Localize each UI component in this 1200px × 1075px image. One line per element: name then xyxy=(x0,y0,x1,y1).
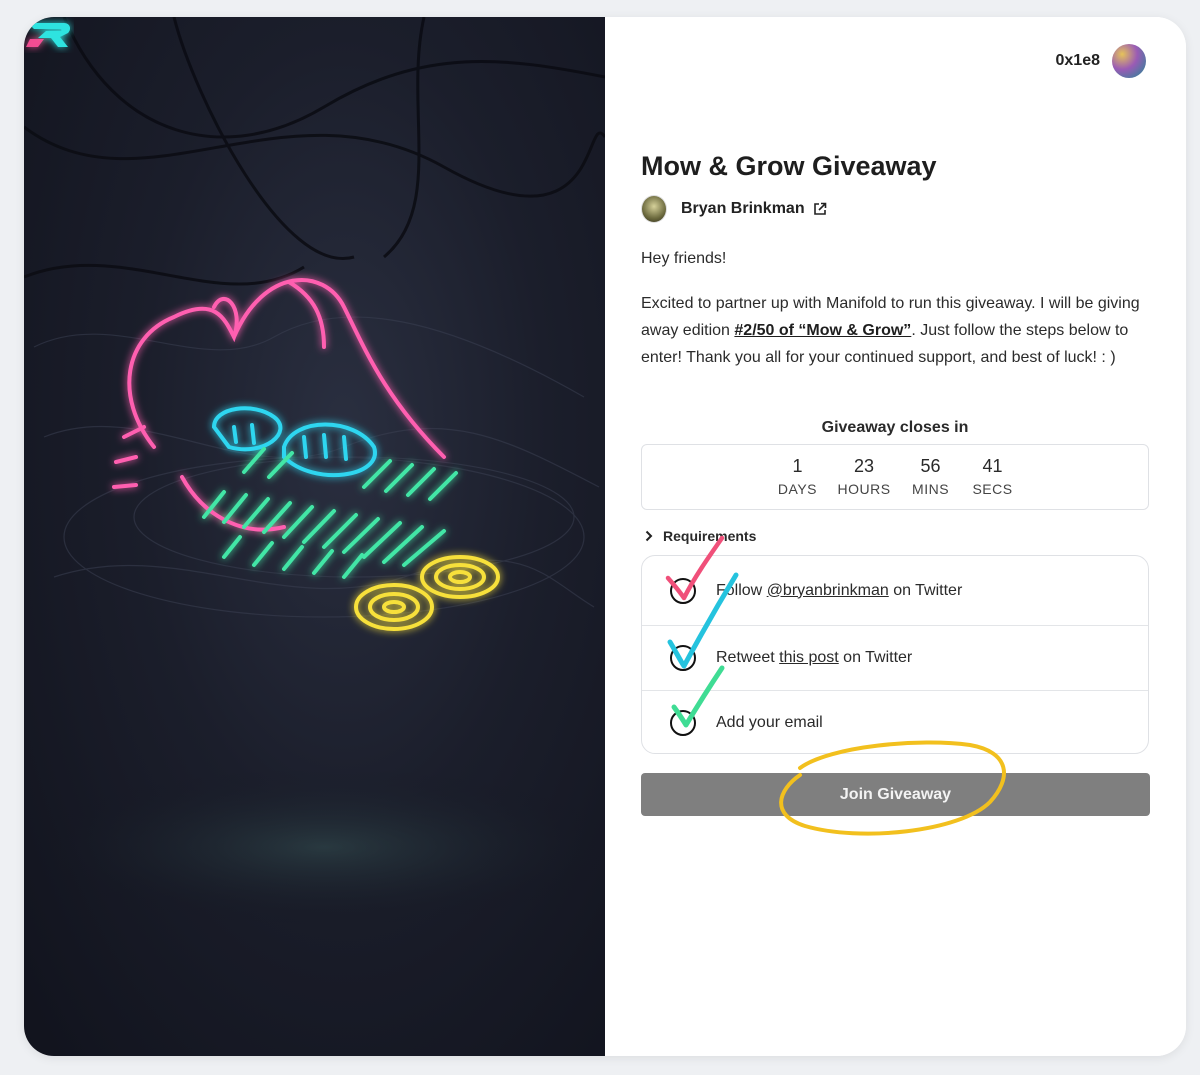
checkbox-circle-icon[interactable] xyxy=(670,710,696,736)
requirements-toggle[interactable]: Requirements xyxy=(645,528,756,544)
greeting-text: Hey friends! xyxy=(641,250,727,267)
checkbox-circle-icon[interactable] xyxy=(670,645,696,671)
countdown-hours: 23 HOURS xyxy=(837,456,890,509)
requirement-follow[interactable]: Follow @bryanbrinkman on Twitter xyxy=(642,556,1148,626)
countdown-value: 23 xyxy=(853,456,875,476)
wallet-avatar xyxy=(1112,44,1146,78)
giveaway-card: 0x1e8 Mow & Grow Giveaway Bryan Brinkman… xyxy=(24,17,1186,1056)
artwork-panel xyxy=(24,17,605,1056)
creator-link[interactable]: Bryan Brinkman xyxy=(641,195,827,223)
countdown-label: SECS xyxy=(972,481,1013,497)
requirements-list: Follow @bryanbrinkman on Twitter Retweet… xyxy=(641,555,1149,754)
countdown-label: DAYS xyxy=(777,481,818,497)
countdown-label: MINS xyxy=(912,481,950,497)
requirement-suffix: on Twitter xyxy=(888,581,963,599)
requirements-label: Requirements xyxy=(663,528,757,544)
requirement-text: Retweet this post on Twitter xyxy=(716,649,912,667)
countdown-secs: 41 SECS xyxy=(971,456,1015,509)
requirement-prefix: Follow xyxy=(716,581,767,599)
requirement-text: Add your email xyxy=(716,714,823,731)
body-text: Excited to partner up with Manifold to r… xyxy=(641,290,1141,371)
manifold-logo-icon[interactable] xyxy=(24,17,74,53)
checkbox-circle-icon[interactable] xyxy=(670,577,696,604)
creator-name[interactable]: Bryan Brinkman xyxy=(681,200,805,217)
twitter-handle-link[interactable]: @bryanbrinkman xyxy=(767,582,889,599)
countdown-value: 41 xyxy=(982,456,1003,476)
join-giveaway-button[interactable]: Join Giveaway xyxy=(641,773,1150,816)
wallet-address: 0x1e8 xyxy=(1055,52,1101,69)
tweet-post-link[interactable]: this post xyxy=(779,649,839,666)
chevron-right-icon xyxy=(645,530,653,542)
neon-artwork-image xyxy=(24,17,605,927)
giveaway-description: Hey friends! Excited to partner up with … xyxy=(641,245,1141,389)
edition-link[interactable]: #2/50 of “Mow & Grow” xyxy=(734,322,911,339)
countdown-value: 1 xyxy=(792,456,803,476)
giveaway-panel: 0x1e8 Mow & Grow Giveaway Bryan Brinkman… xyxy=(605,17,1186,1056)
requirement-retweet[interactable]: Retweet this post on Twitter xyxy=(642,626,1148,691)
external-link-icon[interactable] xyxy=(813,202,827,216)
requirement-text: Follow @bryanbrinkman on Twitter xyxy=(716,582,962,600)
countdown-value: 56 xyxy=(920,456,941,476)
requirement-prefix: Retweet xyxy=(716,649,780,666)
countdown-heading: Giveaway closes in xyxy=(821,419,969,436)
countdown-label: HOURS xyxy=(837,481,891,497)
countdown-mins: 56 MINS xyxy=(909,456,953,509)
countdown-days: 1 DAYS xyxy=(775,456,819,509)
creator-avatar xyxy=(641,195,667,223)
wallet-menu[interactable]: 0x1e8 xyxy=(1055,44,1146,78)
page-title: Mow & Grow Giveaway xyxy=(641,151,937,181)
requirement-suffix: on Twitter xyxy=(838,649,913,666)
requirement-email[interactable]: Add your email xyxy=(642,691,1148,753)
countdown-timer: 1 DAYS 23 HOURS 56 MINS 41 SECS xyxy=(641,444,1149,510)
